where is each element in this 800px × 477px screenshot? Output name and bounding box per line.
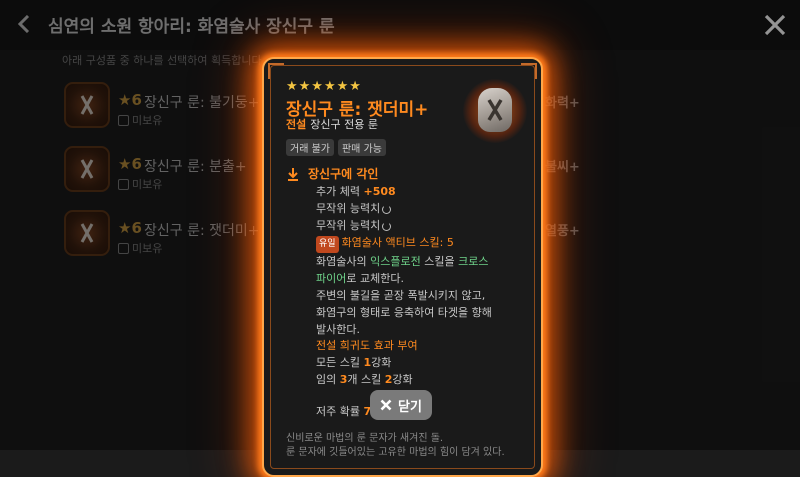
rune-stats: 추가 체력 +508 무작위 능력치 무작위 능력치 유일 화염술사 액티브 스킬… [316, 183, 516, 338]
effect-text: 개 스킬 [347, 373, 385, 386]
tag-tradeable: 거래 불가 [286, 139, 334, 156]
stat-value: +508 [363, 185, 396, 198]
stat-label: 추가 체력 [316, 185, 360, 198]
effect-title: 전설 희귀도 효과 부여 [316, 339, 418, 352]
random-stat-label: 무작위 능력치 [316, 202, 381, 215]
rune-type: 장신구 전용 룬 [310, 118, 378, 131]
engrave-section-head: 장신구에 각인 [286, 165, 378, 182]
skill-text: 화염술사 액티브 스킬: 5 [341, 236, 454, 249]
desc-line: 발사한다. [316, 323, 360, 336]
rune-image [463, 79, 527, 143]
close-icon [380, 399, 392, 411]
drop-rate: 저주 확률 7 [316, 403, 371, 419]
random-stat-line: 무작위 능력치 [316, 200, 516, 217]
skill-name: 익스플로전 [370, 255, 421, 268]
flavor-line: 신비로운 마법의 룬 문자가 새겨진 돌. [286, 433, 444, 444]
engrave-title: 장신구에 각인 [308, 167, 379, 181]
refresh-icon [382, 221, 392, 231]
desc-line: 파이어로 교체한다. [316, 270, 516, 287]
close-modal-button[interactable]: 닫기 [370, 390, 432, 420]
flavor-text: 신비로운 마법의 룬 문자가 새겨진 돌. 룬 문자에 깃들어있는 고유한 마법… [286, 432, 505, 460]
grade-label: 전설 [286, 118, 307, 131]
effect-line: 모든 스킬 1강화 [316, 354, 418, 371]
desc-text: 로 교체한다. [346, 272, 404, 285]
flavor-line: 룬 문자에 깃들어있는 고유한 마법의 힘이 담겨 있다. [286, 447, 505, 458]
skill-name: 크로스 [458, 255, 489, 268]
skill-line: 유일 화염술사 액티브 스킬: 5 [316, 234, 516, 253]
stat-line: 추가 체력 +508 [316, 183, 516, 200]
tag-list: 거래 불가 판매 가능 [286, 139, 386, 156]
effect-text: 강화 [392, 373, 413, 386]
random-stat-label: 무작위 능력치 [316, 219, 381, 232]
desc-line: 주변의 불길을 곧장 폭발시키지 않고, [316, 289, 486, 302]
drop-label: 저주 확률 [316, 405, 364, 418]
effect-line: 임의 3개 스킬 2강화 [316, 371, 418, 388]
rarity-effects: 전설 희귀도 효과 부여 모든 스킬 1강화 임의 3개 스킬 2강화 [316, 337, 418, 388]
effect-text: 모든 스킬 [316, 356, 364, 369]
refresh-icon [382, 204, 392, 214]
desc-line: 화염구의 형태로 응축하여 타겟을 향해 [316, 306, 492, 319]
frame-corner [268, 63, 284, 79]
tag-sellable: 판매 가능 [337, 139, 386, 156]
effect-value: 1 [363, 356, 372, 369]
close-label: 닫기 [398, 399, 422, 415]
desc-line: 화염술사의 익스플로전 스킬을 크로스 [316, 253, 516, 270]
unique-badge: 유일 [316, 236, 339, 253]
random-stat-line: 무작위 능력치 [316, 217, 516, 234]
effect-text: 임의 [316, 373, 340, 386]
rune-stone-icon [478, 88, 512, 132]
desc-text: 화염술사의 [316, 255, 371, 268]
star-rating: ★★★★★★ [286, 79, 362, 94]
desc-text: 스킬을 [420, 255, 459, 268]
effect-text: 강화 [371, 356, 392, 369]
download-icon [288, 167, 298, 181]
frame-corner [521, 63, 537, 79]
skill-name: 파이어 [316, 272, 347, 285]
rune-subtitle: 전설 장신구 전용 룬 [286, 116, 378, 132]
